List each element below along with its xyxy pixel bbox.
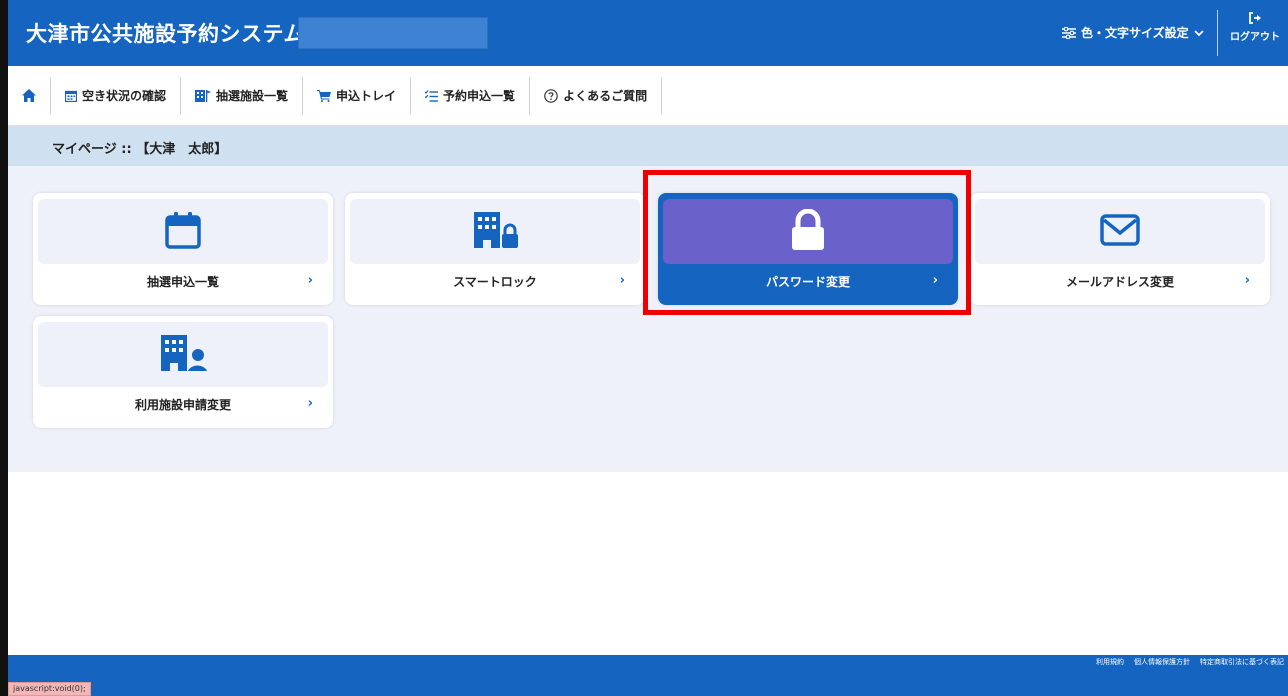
nav-application-tray-label: 申込トレイ: [336, 89, 397, 103]
nav-faq[interactable]: よくあるご質問: [530, 76, 663, 115]
chevron-down-icon: [1194, 29, 1204, 37]
footer-link-privacy[interactable]: 個人情報保護方針: [1134, 657, 1190, 667]
chevron-right-icon: ›: [307, 273, 313, 288]
mypage-header-band: マイページ :: 【大津 太郎】: [8, 126, 1288, 166]
nav-reservation-list[interactable]: 予約申込一覧: [411, 76, 531, 115]
calendar-grid-icon: [65, 90, 77, 102]
display-settings-button[interactable]: 色・文字サイズ設定: [1062, 24, 1204, 41]
app-title: 大津市公共施設予約システム: [26, 22, 305, 46]
footer-link-commercial-law[interactable]: 特定商取引法に基づく表記: [1200, 657, 1284, 667]
chevron-right-icon: ›: [307, 396, 313, 411]
logout-button[interactable]: ログアウト: [1222, 12, 1288, 43]
logout-icon: [1222, 12, 1288, 24]
cart-icon: [317, 89, 332, 102]
menu-card-label: スマートロック: [453, 275, 537, 289]
sliders-icon: [1062, 26, 1076, 39]
envelope-icon: [1100, 213, 1140, 250]
nav-availability[interactable]: 空き状況の確認: [51, 76, 182, 115]
menu-card-label: メールアドレス変更: [1065, 275, 1174, 289]
building-user-icon: [159, 333, 207, 377]
card-icon-area: [38, 322, 328, 387]
nav-application-tray[interactable]: 申込トレイ: [303, 76, 412, 115]
nav-lottery-facilities[interactable]: 抽選施設一覧: [181, 76, 304, 115]
nav-reservation-list-label: 予約申込一覧: [443, 89, 516, 103]
calendar-icon: [164, 211, 202, 253]
menu-card-label: 抽選申込一覧: [146, 275, 219, 289]
header-divider: [1217, 10, 1218, 56]
card-icon-area: [350, 199, 640, 264]
question-circle-icon: [544, 88, 558, 103]
card-icon-area: [975, 199, 1265, 264]
building-lock-icon: [472, 210, 518, 254]
window-edge: [0, 0, 8, 696]
chevron-right-icon: ›: [619, 273, 625, 288]
page: 大津市公共施設予約システム 色・文字サイズ設定 ログアウト 空き状況の確認 抽選…: [0, 0, 1288, 696]
card-icon-area: [38, 199, 328, 264]
highlight-box: [643, 170, 971, 315]
home-icon: [22, 89, 36, 102]
title-redacted-box: [298, 17, 488, 49]
menu-card-lottery-list[interactable]: 抽選申込一覧 ›: [33, 193, 333, 305]
nav-lottery-facilities-label: 抽選施設一覧: [216, 89, 289, 103]
menu-card-facility-application-change[interactable]: 利用施設申請変更 ›: [33, 316, 333, 428]
menu-card-label: 利用施設申請変更: [134, 398, 231, 412]
nav-home[interactable]: [8, 76, 51, 115]
header-bar: 大津市公共施設予約システム 色・文字サイズ設定 ログアウト: [8, 0, 1288, 66]
nav-availability-label: 空き状況の確認: [82, 89, 167, 103]
list-icon: [425, 89, 439, 102]
menu-card-smart-lock[interactable]: スマートロック ›: [345, 193, 645, 305]
menu-card-email-change[interactable]: メールアドレス変更 ›: [970, 193, 1270, 305]
browser-status-bar: javascript:void(0);: [8, 682, 91, 696]
chevron-right-icon: ›: [1244, 273, 1250, 288]
page-title: マイページ :: 【大津 太郎】: [52, 142, 228, 157]
logout-label: ログアウト: [1230, 32, 1280, 43]
footer-links: 利用規約 個人情報保護方針 特定商取引法に基づく表記: [1096, 657, 1284, 667]
footer-link-terms[interactable]: 利用規約: [1096, 657, 1124, 667]
footer-bar: 利用規約 個人情報保護方針 特定商取引法に基づく表記: [8, 655, 1288, 696]
nav-faq-label: よくあるご質問: [563, 89, 648, 103]
global-nav: 空き状況の確認 抽選施設一覧 申込トレイ 予約申込一覧 よくあるご質問: [8, 66, 1288, 126]
display-settings-label: 色・文字サイズ設定: [1081, 26, 1189, 40]
building-flag-icon: [195, 89, 212, 102]
